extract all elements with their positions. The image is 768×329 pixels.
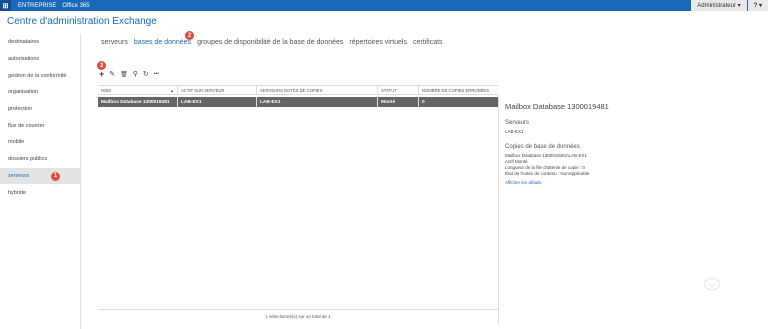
sort-ascending-icon: ▲ bbox=[170, 87, 174, 93]
column-header-serveurs-copies[interactable]: SERVEURS DOTÉS DE COPIES bbox=[257, 86, 378, 94]
databases-table: NOM ▲ ACTIF SUR SERVEUR SERVEURS DOTÉS D… bbox=[98, 85, 498, 107]
sidebar-item-autorisations[interactable]: autorisations bbox=[0, 51, 80, 68]
sidebar-item-organisation[interactable]: organisation bbox=[0, 84, 80, 101]
tab-certificats[interactable]: certificats bbox=[413, 39, 443, 46]
details-title: Mailbox Database 1300019481 bbox=[505, 102, 609, 111]
refresh-icon[interactable]: ↻ bbox=[143, 71, 149, 78]
edit-icon[interactable]: ✎ bbox=[109, 71, 115, 78]
column-header-label: NOM bbox=[101, 87, 111, 93]
sidebar-item-protection[interactable]: protection bbox=[0, 101, 80, 118]
status-bar-text: 1 sélectionné(s) sur un total de 1 bbox=[265, 314, 331, 319]
sidebar-item-destinataires[interactable]: destinataires bbox=[0, 34, 80, 51]
cell-serveurs-copies: LAB-EX1 bbox=[257, 97, 378, 107]
table-row[interactable]: Mailbox Database 1300019481 LAB-EX1 LAB-… bbox=[98, 97, 498, 107]
column-header-statut[interactable]: STATUT bbox=[378, 86, 419, 94]
add-icon[interactable]: + bbox=[99, 70, 104, 79]
tab-repertoires-virtuels[interactable]: répertoires virtuels bbox=[349, 39, 407, 46]
copies-heading: Copies de base de données bbox=[505, 144, 580, 150]
help-menu-button[interactable]: ? ▾ bbox=[747, 0, 768, 11]
more-options-icon[interactable]: ••• bbox=[154, 72, 159, 77]
search-icon[interactable]: ⚲ bbox=[133, 71, 138, 78]
cell-statut: Monté bbox=[378, 97, 419, 107]
cell-copies-erronees: 0 bbox=[422, 99, 425, 105]
servers-heading: Serveurs bbox=[505, 120, 530, 126]
copy-line: État de l'index de contenu : NonApplicab… bbox=[505, 171, 590, 176]
sidebar-item-flux-courrier[interactable]: flux de courrier bbox=[0, 117, 80, 134]
step-badge-1: 1 bbox=[51, 171, 60, 181]
details-pane: Mailbox Database 1300019481 Serveurs LAB… bbox=[505, 102, 755, 185]
sidebar: destinataires autorisations gestion de l… bbox=[0, 34, 81, 329]
tab-bar: serveurs bases de données groupes de dis… bbox=[101, 39, 443, 46]
table-header: NOM ▲ ACTIF SUR SERVEUR SERVEURS DOTÉS D… bbox=[98, 85, 498, 95]
office-logo-icon[interactable]: ⊞ bbox=[0, 0, 11, 11]
tab-groupes-disponibilite[interactable]: groupes de disponibilité de la base de d… bbox=[197, 39, 343, 46]
panel-divider bbox=[498, 95, 499, 324]
column-header-copies-erronees[interactable]: NOMBRE DE COPIES ERRONÉES bbox=[419, 86, 498, 94]
status-divider bbox=[98, 309, 499, 310]
sidebar-item-conformite[interactable]: gestion de la conformité bbox=[0, 67, 80, 84]
sidebar-item-dossiers-publics[interactable]: dossiers publics bbox=[0, 151, 80, 168]
toolbar: + ✎ 🗑 ⚲ ↻ ••• bbox=[99, 70, 159, 79]
sidebar-item-hybride[interactable]: hybride bbox=[0, 184, 80, 201]
app-name[interactable]: ENTREPRISE bbox=[18, 3, 56, 9]
cell-actif: LAB-EX1 bbox=[178, 97, 257, 107]
tab-bases-de-donnees[interactable]: bases de données bbox=[134, 39, 191, 46]
admin-menu-button[interactable]: Administrateur ▾ bbox=[691, 0, 747, 11]
sidebar-item-label: serveurs bbox=[8, 172, 30, 179]
cell-nom: Mailbox Database 1300019481 bbox=[98, 97, 178, 107]
copies-info: Mailbox Database 1300019481\LAB-EX1 Acti… bbox=[505, 153, 755, 177]
delete-icon[interactable]: 🗑 bbox=[120, 72, 128, 78]
step-badge-2: 2 bbox=[185, 31, 194, 40]
tab-serveurs[interactable]: serveurs bbox=[101, 39, 128, 46]
column-header-actif[interactable]: ACTIF SUR SERVEUR bbox=[178, 86, 257, 94]
show-details-link[interactable]: Afficher les détails bbox=[505, 180, 755, 185]
watermark-logo-icon bbox=[704, 277, 720, 291]
suite-name[interactable]: Office 365 bbox=[62, 3, 89, 9]
column-header-nom[interactable]: NOM ▲ bbox=[98, 86, 178, 94]
sidebar-item-serveurs[interactable]: serveurs 1 bbox=[0, 167, 80, 185]
servers-value: LAB-EX1 bbox=[505, 129, 524, 134]
sidebar-item-mobile[interactable]: mobile bbox=[0, 134, 80, 151]
top-bar: ⊞ ENTREPRISE Office 365 Administrateur ▾… bbox=[0, 0, 768, 11]
page-title: Centre d'administration Exchange bbox=[7, 16, 157, 27]
